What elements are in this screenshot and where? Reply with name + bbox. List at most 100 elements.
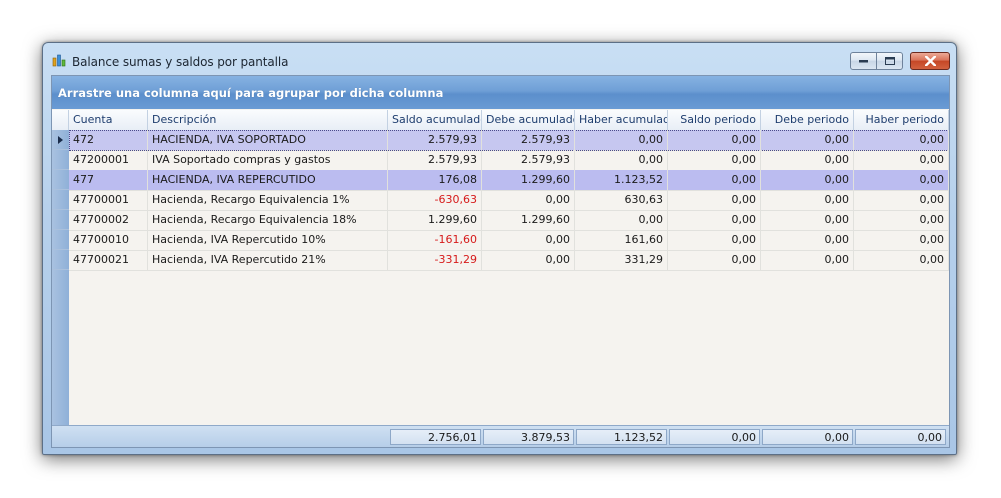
maximize-icon: [884, 57, 895, 65]
cell-haber-periodo: 0,00: [854, 210, 949, 230]
cell-descripcion: HACIENDA, IVA SOPORTADO: [148, 130, 388, 150]
cell-haber-periodo: 0,00: [854, 190, 949, 210]
cell-cuenta: 47700002: [69, 210, 148, 230]
maximize-button[interactable]: [877, 52, 903, 70]
cell-saldo-acumulado: 1.299,60: [388, 210, 482, 230]
row-selector[interactable]: [52, 170, 69, 190]
cell-saldo-acumulado: -161,60: [388, 230, 482, 250]
column-header-cuenta[interactable]: Cuenta: [69, 110, 148, 130]
cell-cuenta: 472: [69, 130, 148, 150]
header-corner: [52, 110, 69, 130]
cell-debe-acumulado: 0,00: [482, 250, 575, 270]
title-bar[interactable]: Balance sumas y saldos por pantalla: [43, 43, 956, 75]
cell-debe-periodo: 0,00: [761, 150, 854, 170]
cell-saldo-periodo: 0,00: [668, 250, 761, 270]
table-row[interactable]: 47700010 Hacienda, IVA Repercutido 10% -16…: [69, 230, 949, 251]
cell-saldo-periodo: 0,00: [668, 130, 761, 150]
table-row[interactable]: 47700001 Hacienda, Recargo Equivalencia 1…: [69, 190, 949, 211]
cell-haber-acumulado: 0,00: [575, 130, 668, 150]
cell-saldo-periodo: 0,00: [668, 150, 761, 170]
cell-haber-acumulado: 630,63: [575, 190, 668, 210]
cell-saldo-acumulado: -630,63: [388, 190, 482, 210]
grid-container: Arrastre una columna aquí para agrupar p…: [51, 75, 950, 448]
column-header-descripcion[interactable]: Descripción: [148, 110, 388, 130]
cell-cuenta: 477: [69, 170, 148, 190]
cell-descripcion: Hacienda, Recargo Equivalencia 18%: [148, 210, 388, 230]
cell-haber-periodo: 0,00: [854, 230, 949, 250]
cell-descripcion: Hacienda, Recargo Equivalencia 1%: [148, 190, 388, 210]
cell-cuenta: 47700001: [69, 190, 148, 210]
column-header-saldo-periodo[interactable]: Saldo periodo: [668, 110, 761, 130]
row-selector[interactable]: [52, 190, 69, 210]
close-button[interactable]: [910, 52, 950, 70]
row-selector[interactable]: [52, 250, 69, 270]
cell-cuenta: 47700010: [69, 230, 148, 250]
row-selector[interactable]: [52, 210, 69, 230]
window-title: Balance sumas y saldos por pantalla: [72, 55, 289, 69]
grid-header: Cuenta Descripción Saldo acumulado Debe …: [52, 110, 949, 131]
total-saldo-periodo: 0,00: [669, 429, 760, 445]
current-row-arrow-icon: [58, 135, 63, 144]
column-header-debe-acumulado[interactable]: Debe acumulado: [482, 110, 575, 130]
cell-saldo-acumulado: 2.579,93: [388, 130, 482, 150]
cell-debe-periodo: 0,00: [761, 230, 854, 250]
cell-debe-periodo: 0,00: [761, 170, 854, 190]
cell-haber-periodo: 0,00: [854, 250, 949, 270]
cell-descripcion: HACIENDA, IVA REPERCUTIDO: [148, 170, 388, 190]
cell-debe-acumulado: 0,00: [482, 230, 575, 250]
cell-cuenta: 47700021: [69, 250, 148, 270]
total-debe-periodo: 0,00: [762, 429, 853, 445]
column-header-saldo-acumulado[interactable]: Saldo acumulado: [388, 110, 482, 130]
total-haber-acumulado: 1.123,52: [576, 429, 667, 445]
cell-haber-acumulado: 1.123,52: [575, 170, 668, 190]
cell-haber-acumulado: 0,00: [575, 210, 668, 230]
cell-saldo-periodo: 0,00: [668, 170, 761, 190]
cell-haber-periodo: 0,00: [854, 130, 949, 150]
cell-descripcion: IVA Soportado compras y gastos: [148, 150, 388, 170]
total-saldo-acumulado: 2.756,01: [390, 429, 481, 445]
table-row[interactable]: 477 HACIENDA, IVA REPERCUTIDO 176,08 1.299,…: [69, 170, 949, 191]
cell-saldo-acumulado: 176,08: [388, 170, 482, 190]
cell-saldo-acumulado: -331,29: [388, 250, 482, 270]
cell-saldo-acumulado: 2.579,93: [388, 150, 482, 170]
cell-haber-periodo: 0,00: [854, 150, 949, 170]
total-haber-periodo: 0,00: [855, 429, 946, 445]
cell-descripcion: Hacienda, IVA Repercutido 10%: [148, 230, 388, 250]
table-row[interactable]: 47700021 Hacienda, IVA Repercutido 21% -33…: [69, 250, 949, 271]
column-header-debe-periodo[interactable]: Debe periodo: [761, 110, 854, 130]
table-row[interactable]: 47700002 Hacienda, Recargo Equivalencia 1…: [69, 210, 949, 231]
cell-haber-acumulado: 161,60: [575, 230, 668, 250]
cell-debe-acumulado: 1.299,60: [482, 210, 575, 230]
group-by-hint: Arrastre una columna aquí para agrupar p…: [58, 86, 444, 100]
totals-footer: 2.756,01 3.879,53 1.123,52 0,00 0,00 0,0…: [52, 425, 949, 447]
cell-saldo-periodo: 0,00: [668, 210, 761, 230]
cell-debe-periodo: 0,00: [761, 130, 854, 150]
cell-haber-periodo: 0,00: [854, 170, 949, 190]
cell-saldo-periodo: 0,00: [668, 230, 761, 250]
chart-bars-icon: [52, 54, 66, 67]
total-debe-acumulado: 3.879,53: [483, 429, 574, 445]
row-selector[interactable]: [52, 150, 69, 170]
balance-window: Balance sumas y saldos por pantalla Arra…: [42, 42, 957, 455]
column-header-haber-acumulado[interactable]: Haber acumulado: [575, 110, 668, 130]
cell-debe-acumulado: 2.579,93: [482, 150, 575, 170]
row-selector[interactable]: [52, 130, 69, 150]
cell-debe-acumulado: 2.579,93: [482, 130, 575, 150]
cell-descripcion: Hacienda, IVA Repercutido 21%: [148, 250, 388, 270]
cell-saldo-periodo: 0,00: [668, 190, 761, 210]
minimize-icon: [859, 60, 868, 63]
group-by-panel[interactable]: Arrastre una columna aquí para agrupar p…: [52, 76, 949, 109]
row-selector[interactable]: [52, 230, 69, 250]
cell-debe-acumulado: 1.299,60: [482, 170, 575, 190]
cell-cuenta: 47200001: [69, 150, 148, 170]
cell-debe-periodo: 0,00: [761, 210, 854, 230]
close-icon: [924, 56, 936, 66]
table-row[interactable]: 47200001 IVA Soportado compras y gastos 2.…: [69, 150, 949, 171]
table-row[interactable]: 472 HACIENDA, IVA SOPORTADO 2.579,93 2.579,…: [69, 130, 949, 151]
cell-haber-acumulado: 331,29: [575, 250, 668, 270]
cell-debe-periodo: 0,00: [761, 250, 854, 270]
cell-debe-acumulado: 0,00: [482, 190, 575, 210]
minimize-button[interactable]: [850, 52, 877, 70]
cell-debe-periodo: 0,00: [761, 190, 854, 210]
column-header-haber-periodo[interactable]: Haber periodo: [854, 110, 949, 130]
